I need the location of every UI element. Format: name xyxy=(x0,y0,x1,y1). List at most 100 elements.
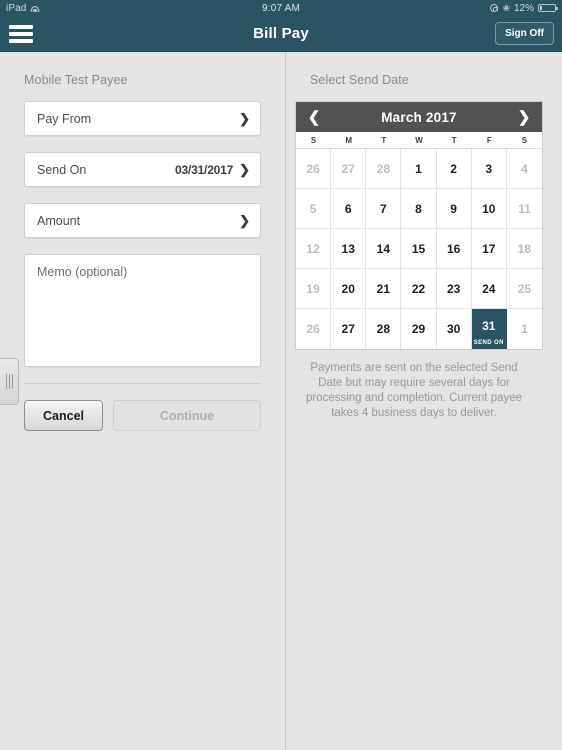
calendar-day[interactable]: 9 xyxy=(436,189,472,229)
calendar-day[interactable]: 14 xyxy=(366,229,402,269)
status-bar: iPad 9:07 AM ❀ 12% xyxy=(0,0,562,16)
calendar-day-number: 15 xyxy=(411,241,426,256)
calendar-day[interactable]: 1 xyxy=(401,149,437,189)
calendar-weekday-5: F xyxy=(486,136,492,145)
chevron-left-icon[interactable]: ❮ xyxy=(305,110,323,125)
amount-label: Amount xyxy=(37,213,81,228)
calendar-day[interactable]: 8 xyxy=(401,189,437,229)
status-bar-clock: 9:07 AM xyxy=(261,2,301,14)
calendar-day-number: 27 xyxy=(341,322,355,336)
calendar-day[interactable]: 19 xyxy=(296,269,332,309)
calendar-header: ❮ March 2017 ❯ xyxy=(296,102,542,132)
calendar-day[interactable]: 5 xyxy=(296,189,332,229)
calendar-day-number: 20 xyxy=(341,281,355,296)
send-on-field[interactable]: Send On 03/31/2017 ❯ xyxy=(24,152,261,187)
calendar-weekday-3: W xyxy=(415,136,423,145)
calendar-day[interactable]: 15 xyxy=(401,229,437,269)
chevron-right-icon: ❯ xyxy=(239,213,250,228)
calendar-day[interactable]: 10 xyxy=(471,189,507,229)
calendar-day[interactable]: 6 xyxy=(331,189,367,229)
calendar-day-number: 28 xyxy=(376,322,391,336)
calendar-day[interactable]: 7 xyxy=(366,189,402,229)
calendar-container: ❮ March 2017 ❯ SMTWTFS 26 27 28 1 2 3 4 5 6 7 8 9 10… xyxy=(286,87,562,421)
calendar-day[interactable]: 27 xyxy=(331,309,367,349)
calendar-day[interactable]: 3 xyxy=(471,149,507,189)
calendar-day[interactable]: 16 xyxy=(436,229,472,269)
calendar-day-number: 2 xyxy=(450,161,457,176)
bill-pay-form-pane: Mobile Test Payee Pay From ❯ Send On 03/… xyxy=(0,52,286,750)
calendar-day-number: 24 xyxy=(482,281,496,296)
send-date-pane: Select Send Date ❮ March 2017 ❯ SMTWTFS … xyxy=(286,52,562,750)
form-divider xyxy=(24,383,261,384)
rotation-lock-icon xyxy=(490,4,499,12)
calendar-day-number: 5 xyxy=(309,201,317,216)
calendar-weekday-6: S xyxy=(521,136,528,145)
cancel-button[interactable]: Cancel xyxy=(24,400,103,431)
bill-pay-form: Pay From ❯ Send On 03/31/2017 ❯ Amount ❯… xyxy=(0,87,285,431)
calendar-day[interactable]: 26 xyxy=(296,149,332,189)
calendar-day[interactable]: 24 xyxy=(471,269,507,309)
calendar-day-number: 4 xyxy=(521,161,528,176)
calendar-day-number: 1 xyxy=(415,161,422,176)
calendar-weekday-0: S xyxy=(310,136,317,145)
calendar-day-number: 13 xyxy=(341,241,355,256)
payee-title: Mobile Test Payee xyxy=(24,73,128,87)
chevron-right-icon[interactable]: ❯ xyxy=(515,110,533,125)
calendar-day[interactable]: 30 xyxy=(436,309,472,349)
hamburger-menu-icon[interactable] xyxy=(9,24,33,43)
calendar-day-number: 7 xyxy=(380,201,387,216)
calendar-day[interactable]: 23 xyxy=(436,269,472,309)
sign-off-button[interactable]: Sign Off xyxy=(495,22,554,45)
send-date-note: Payments are sent on the selected Send D… xyxy=(305,362,523,419)
status-bar-right: ❀ 12% xyxy=(490,2,558,14)
calendar-day[interactable]: 1 xyxy=(506,309,542,349)
form-actions: Cancel Continue xyxy=(24,400,261,431)
calendar-day[interactable]: 17 xyxy=(471,229,507,269)
calendar-day[interactable]: 26 xyxy=(296,309,332,349)
calendar-day-number: 3 xyxy=(485,161,493,176)
calendar-day[interactable]: 12 xyxy=(296,229,332,269)
calendar-day[interactable]: 11 xyxy=(506,189,542,229)
calendar-day-number: 29 xyxy=(411,322,426,336)
calendar-day[interactable]: 2 xyxy=(436,149,472,189)
calendar-day-number: 26 xyxy=(306,161,320,176)
send-on-tag: SEND ON xyxy=(473,340,504,346)
calendar-day[interactable]: 20 xyxy=(331,269,367,309)
calendar-weekday-1: M xyxy=(345,136,353,145)
calendar-day-number: 16 xyxy=(446,241,461,256)
calendar-day-number: 26 xyxy=(306,322,320,336)
calendar-day-number: 9 xyxy=(450,201,457,216)
pay-from-label: Pay From xyxy=(37,111,92,126)
calendar-day[interactable]: 28 xyxy=(366,149,402,189)
select-send-date-title: Select Send Date xyxy=(310,73,409,87)
calendar-day[interactable]: 21 xyxy=(366,269,402,309)
calendar-day-selected[interactable]: 31 SEND ON xyxy=(471,309,507,349)
bluetooth-icon: ❀ xyxy=(502,2,510,13)
calendar-day-number: 11 xyxy=(518,201,531,216)
calendar-day-number: 17 xyxy=(482,241,496,256)
calendar-weekday-2: T xyxy=(381,136,387,145)
amount-field[interactable]: Amount ❯ xyxy=(24,203,261,238)
calendar-month-label: March 2017 xyxy=(381,109,457,125)
battery-percent-label: 12% xyxy=(513,2,534,14)
calendar-day[interactable]: 27 xyxy=(331,149,367,189)
chevron-right-icon: ❯ xyxy=(239,162,250,177)
calendar-day-number: 18 xyxy=(517,241,532,256)
page-title: Bill Pay xyxy=(253,25,309,42)
calendar-day[interactable]: 29 xyxy=(401,309,437,349)
calendar-day[interactable]: 13 xyxy=(331,229,367,269)
calendar: ❮ March 2017 ❯ SMTWTFS 26 27 28 1 2 3 4 5 6 7 8 9 10… xyxy=(295,101,543,350)
pay-from-field[interactable]: Pay From ❯ xyxy=(24,101,261,136)
calendar-day[interactable]: 28 xyxy=(366,309,402,349)
calendar-day-number: 10 xyxy=(482,201,496,216)
calendar-day[interactable]: 4 xyxy=(506,149,542,189)
calendar-day[interactable]: 22 xyxy=(401,269,437,309)
calendar-day[interactable]: 18 xyxy=(506,229,542,269)
calendar-day-number: 31 xyxy=(482,318,496,333)
drag-handle-icon[interactable] xyxy=(0,358,19,405)
memo-input[interactable]: Memo (optional) xyxy=(24,254,261,367)
calendar-day[interactable]: 25 xyxy=(506,269,542,309)
calendar-day-number: 21 xyxy=(376,281,391,296)
continue-button[interactable]: Continue xyxy=(113,400,261,431)
calendar-day-number: 28 xyxy=(376,161,391,176)
